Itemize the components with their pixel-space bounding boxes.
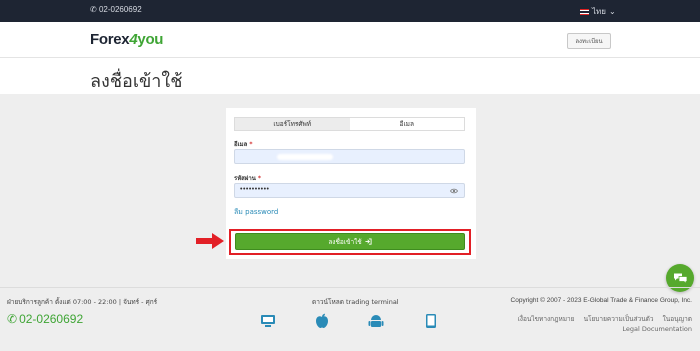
site-header: Forex4you ลงทะเบียน xyxy=(0,22,700,58)
sign-in-icon xyxy=(365,238,372,245)
page-title: ลงชื่อเข้าใช้ xyxy=(90,71,183,92)
footer-links: เงื่อนไขทางกฎหมาย นโยบายความเป็นส่วนตัว … xyxy=(492,314,692,334)
title-band: ลงชื่อเข้าใช้ xyxy=(0,58,700,94)
phone-icon: ✆ xyxy=(90,5,97,14)
topbar-phone[interactable]: ✆ 02-0260692 xyxy=(90,5,142,14)
login-method-tabs: เบอร์โทรศัพท์ อีเมล xyxy=(234,117,465,131)
download-terminal-label: ดาวน์โหลด trading terminal xyxy=(312,298,399,306)
required-mark: * xyxy=(249,141,253,148)
desktop-icon[interactable] xyxy=(260,313,276,329)
tablet-icon[interactable] xyxy=(423,313,439,329)
email-field[interactable] xyxy=(234,149,465,164)
copyright: Copyright © 2007 - 2023 E-Global Trade &… xyxy=(510,297,692,304)
topbar-phone-number: 02-0260692 xyxy=(98,5,142,14)
eye-icon[interactable] xyxy=(450,187,458,195)
apple-icon[interactable] xyxy=(314,313,330,329)
logo-forex: Forex xyxy=(90,31,130,48)
language-label: ไทย xyxy=(592,7,606,16)
forgot-password-link[interactable]: ลืม password xyxy=(234,207,278,218)
license-link[interactable]: ในอนุญาต xyxy=(663,315,692,323)
email-label-text: อีเมล xyxy=(234,141,248,148)
language-selector[interactable]: ไทย ⌄ xyxy=(580,5,616,18)
thai-flag-icon xyxy=(580,8,589,15)
privacy-policy-link[interactable]: นโยบายความเป็นส่วนตัว xyxy=(584,315,654,323)
forex4you-logo[interactable]: Forex4you xyxy=(90,31,163,48)
login-button[interactable]: ลงชื่อเข้าใช้ xyxy=(235,233,465,250)
password-value: •••••••••• xyxy=(240,186,270,193)
footer-phone[interactable]: ✆ 02-0260692 xyxy=(7,312,83,326)
android-icon[interactable] xyxy=(368,313,384,329)
required-mark: * xyxy=(257,175,262,182)
logo-you: you xyxy=(137,31,164,48)
password-label-text: รหัสผ่าน xyxy=(234,175,256,182)
top-bar: ✆ 02-0260692 ไทย ⌄ xyxy=(0,0,700,22)
chat-icon xyxy=(673,273,687,284)
footer-divider xyxy=(0,287,700,288)
chevron-down-icon: ⌄ xyxy=(608,7,616,16)
password-label: รหัสผ่าน * xyxy=(234,173,261,183)
support-hours: ฝ่ายบริการลูกค้า ตั้งแต่ 07:00 - 22:00 |… xyxy=(7,298,158,306)
login-button-label: ลงชื่อเข้าใช้ xyxy=(328,237,362,246)
email-label: อีเมล * xyxy=(234,139,253,149)
footer-phone-number: 02-0260692 xyxy=(19,312,84,326)
platform-icons xyxy=(258,313,443,329)
password-field[interactable]: •••••••••• xyxy=(234,183,465,198)
red-arrow-icon xyxy=(196,233,224,249)
tab-email[interactable]: อีเมล xyxy=(350,118,465,130)
phone-icon: ✆ xyxy=(7,312,18,326)
legal-terms-link[interactable]: เงื่อนไขทางกฎหมาย xyxy=(518,315,575,323)
register-button[interactable]: ลงทะเบียน xyxy=(567,33,611,49)
tab-phone[interactable]: เบอร์โทรศัพท์ xyxy=(235,118,350,130)
email-value-redacted xyxy=(277,154,333,160)
legal-documentation-link[interactable]: Legal Documentation xyxy=(622,325,692,333)
